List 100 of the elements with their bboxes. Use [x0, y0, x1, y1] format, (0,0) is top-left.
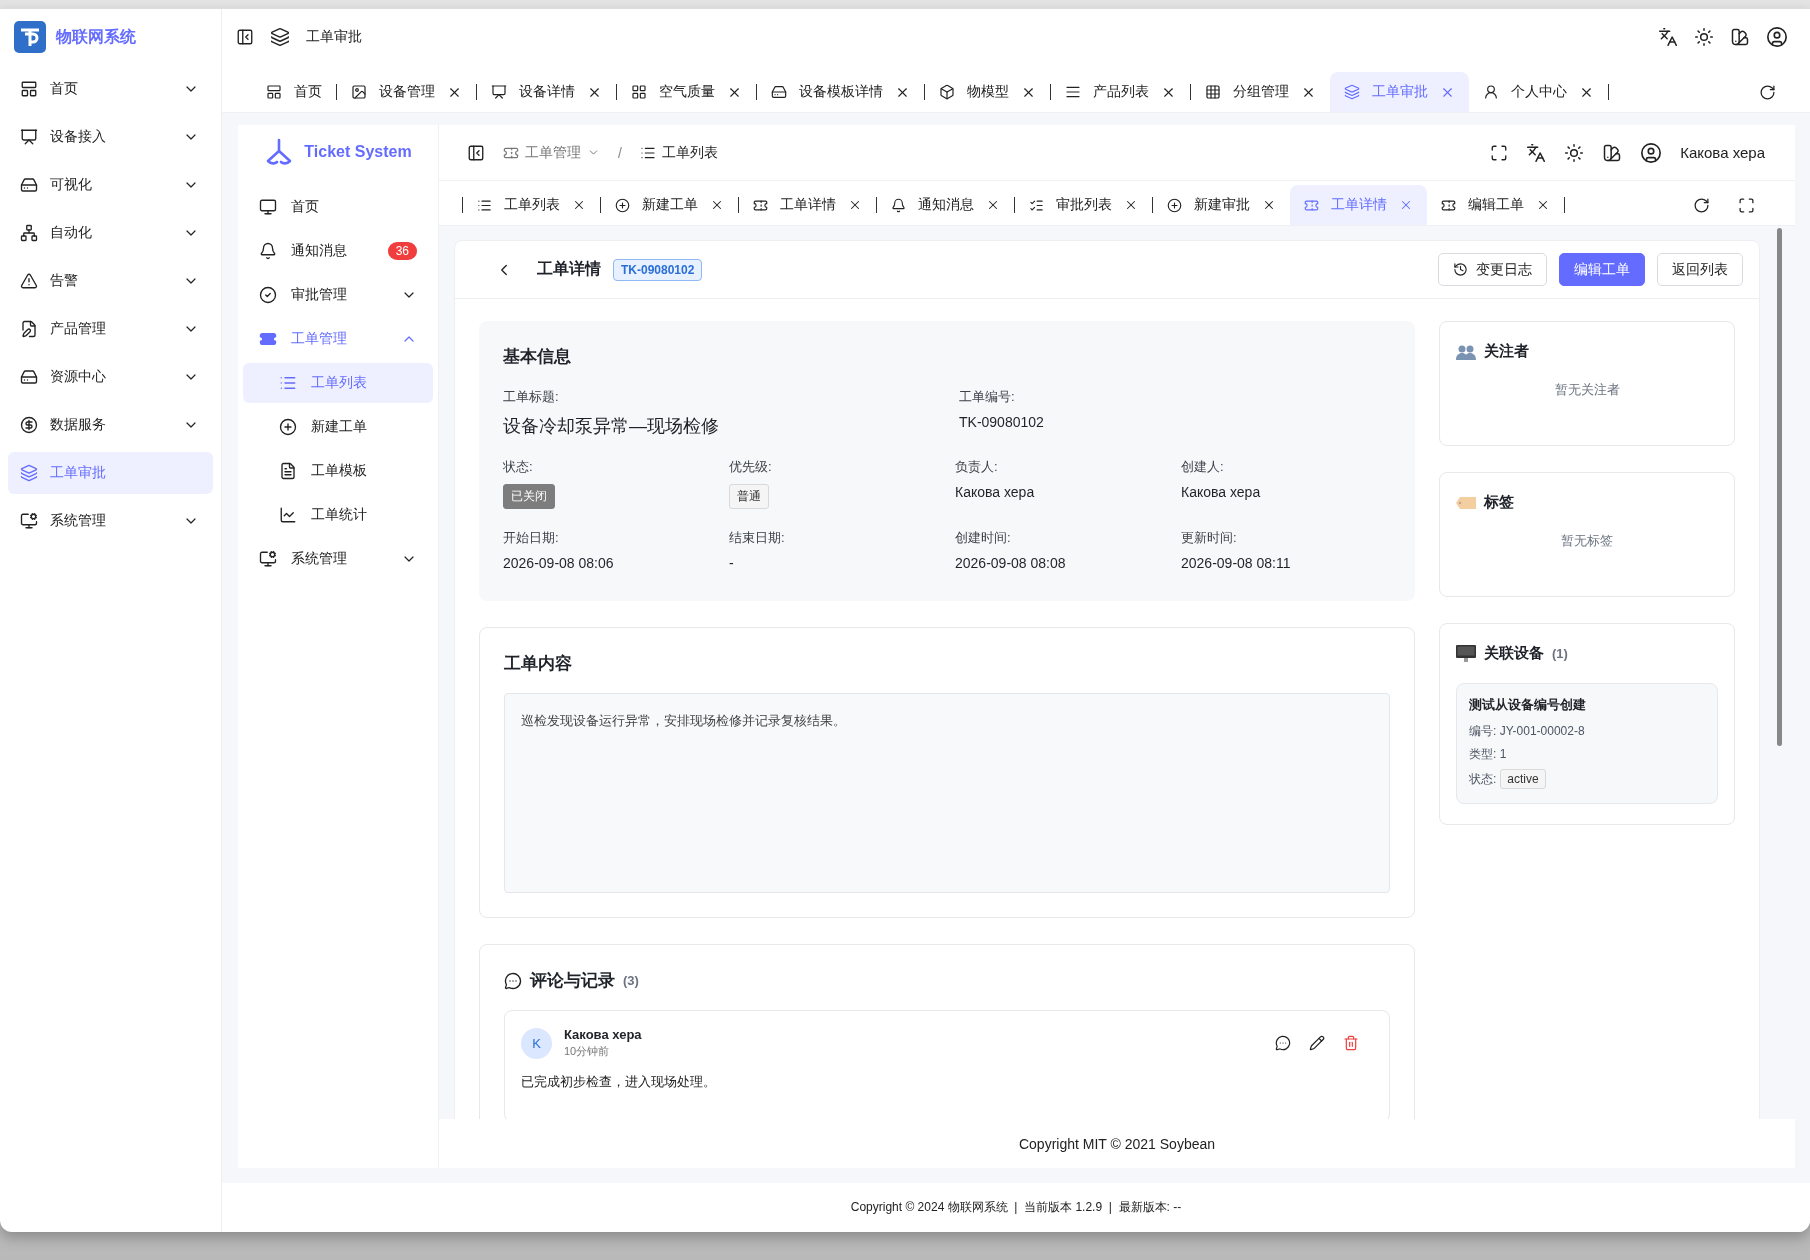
section-title: 工单内容 — [504, 653, 573, 675]
close-icon[interactable] — [848, 198, 862, 212]
field-label: 负责人: — [955, 458, 998, 476]
menu-item[interactable]: 首页 — [243, 187, 433, 227]
tab[interactable]: 新建工单 — [601, 185, 738, 225]
menu-item[interactable]: 审批管理 — [243, 275, 433, 315]
reply-icon[interactable] — [1275, 1035, 1291, 1051]
user-name[interactable]: Какова хера — [1680, 144, 1765, 161]
action-button[interactable]: 返回列表 — [1657, 253, 1743, 286]
tab[interactable]: 工单列表 — [463, 185, 600, 225]
tab[interactable]: 通知消息 — [877, 185, 1014, 225]
device-card[interactable]: 测试从设备编号创建 编号: JY-001-00002-8 类型: 1 状态: active — [1456, 683, 1718, 804]
field-label: 更新时间: — [1181, 529, 1237, 547]
translate-icon[interactable] — [1526, 142, 1547, 163]
collapse-icon[interactable] — [467, 143, 485, 162]
sidebar-item[interactable]: 数据服务 — [8, 404, 213, 446]
panel-title: 标签 — [1484, 493, 1514, 512]
field-value: 2026-09-08 08:06 — [503, 555, 614, 571]
computer-icon — [1456, 644, 1476, 663]
sun-icon[interactable] — [1564, 142, 1585, 163]
sidebar-item[interactable]: 告警 — [8, 260, 213, 302]
user-icon[interactable] — [1766, 26, 1788, 48]
menu-item[interactable]: 通知消息 36 — [243, 231, 433, 271]
field-value: 2026-09-08 08:11 — [1181, 555, 1291, 571]
list-icon — [279, 374, 297, 392]
tab[interactable]: 工单详情 — [739, 185, 876, 225]
field-label: 开始日期: — [503, 529, 559, 547]
delete-icon[interactable] — [1343, 1035, 1359, 1051]
close-icon[interactable] — [986, 198, 1000, 212]
close-icon[interactable] — [1262, 198, 1276, 212]
history-icon — [1453, 262, 1468, 277]
reload-icon[interactable] — [1759, 83, 1776, 101]
sidebar-item[interactable]: 首页 — [8, 68, 213, 110]
tab[interactable]: 物模型 — [925, 72, 1050, 112]
menu-item[interactable]: 新建工单 — [243, 407, 433, 447]
device-count: (1) — [1552, 646, 1568, 661]
drive-icon — [20, 368, 38, 386]
tab[interactable]: 审批列表 — [1015, 185, 1152, 225]
panel-title: 关联设备 — [1484, 644, 1544, 663]
checklist-icon — [1029, 197, 1044, 213]
tab[interactable]: 设备管理 — [337, 72, 476, 112]
tab[interactable]: 编辑工单 — [1427, 185, 1564, 225]
tab[interactable]: 分组管理 — [1191, 72, 1330, 112]
menu-item[interactable]: 工单管理 — [243, 319, 433, 359]
theme-icon[interactable] — [1730, 27, 1750, 47]
theme-icon[interactable] — [1602, 142, 1623, 163]
plus-circle-icon — [615, 197, 630, 213]
breadcrumb: 工单审批 — [306, 28, 362, 46]
logo-icon — [14, 21, 46, 53]
status-tag: active — [1500, 769, 1546, 789]
close-icon[interactable] — [1124, 198, 1138, 212]
sidebar-item[interactable]: 可视化 — [8, 164, 213, 206]
grid-icon — [631, 84, 647, 100]
menu-item[interactable]: 工单模板 — [243, 451, 433, 491]
footer-text: Copyright © 2024 物联网系统 | 当前版本 1.2.9 | 最新版本: -- — [850, 1199, 1182, 1216]
close-icon[interactable] — [710, 198, 724, 212]
edit-icon[interactable] — [1309, 1035, 1325, 1051]
tab[interactable]: 设备详情 — [477, 72, 616, 112]
tab[interactable]: 空气质量 — [617, 72, 756, 112]
close-icon[interactable] — [1536, 198, 1550, 212]
count-badge: 36 — [387, 242, 417, 260]
fullscreen-icon[interactable] — [1490, 143, 1509, 162]
field-value: 2026-09-08 08:08 — [955, 555, 1066, 571]
field-value: Какова хера — [1181, 484, 1261, 500]
breadcrumb-item[interactable]: 工单列表 — [639, 143, 718, 162]
tab[interactable]: 首页 — [252, 72, 336, 112]
tab[interactable]: 工单详情 — [1290, 185, 1427, 225]
collapse-icon[interactable] — [236, 28, 254, 46]
sidebar-item[interactable]: 产品管理 — [8, 308, 213, 350]
tab[interactable]: 工单审批 — [1330, 72, 1469, 112]
sun-icon[interactable] — [1694, 27, 1714, 47]
tab[interactable]: 产品列表 — [1051, 72, 1190, 112]
copyright-text: Copyright MIT © 2021 Soybean — [1018, 1135, 1216, 1152]
sidebar-item[interactable]: 资源中心 — [8, 356, 213, 398]
breadcrumb-item[interactable]: 工单管理 — [503, 143, 600, 162]
panel-icon — [266, 84, 282, 100]
tab[interactable]: 个人中心 — [1469, 72, 1608, 112]
sidebar-item[interactable]: 系统管理 — [8, 500, 213, 542]
translate-icon[interactable] — [1658, 27, 1678, 47]
tab[interactable]: 新建审批 — [1153, 185, 1290, 225]
sidebar-item[interactable]: 自动化 — [8, 212, 213, 254]
avatar: K — [521, 1027, 552, 1059]
user-icon[interactable] — [1640, 141, 1663, 164]
fullscreen-icon[interactable] — [1738, 196, 1755, 214]
action-button[interactable]: 变更日志 — [1438, 253, 1547, 286]
tab[interactable]: 设备模板详情 — [757, 72, 924, 112]
close-icon[interactable] — [572, 198, 586, 212]
menu-item[interactable]: 工单统计 — [243, 495, 433, 535]
content-text: 巡检发现设备运行异常，安排现场检修并记录复核结果。 — [504, 693, 1390, 893]
reload-icon[interactable] — [1693, 196, 1710, 214]
bell-icon — [891, 197, 906, 213]
document-icon — [279, 462, 297, 480]
sidebar-item[interactable]: 工单审批 — [8, 452, 213, 494]
scrollbar[interactable] — [1777, 228, 1782, 746]
action-button[interactable]: 编辑工单 — [1559, 253, 1645, 286]
layers-icon — [270, 27, 290, 47]
user-icon — [1483, 84, 1499, 100]
menu-item[interactable]: 系统管理 — [243, 539, 433, 579]
menu-item[interactable]: 工单列表 — [243, 363, 433, 403]
sidebar-item[interactable]: 设备接入 — [8, 116, 213, 158]
